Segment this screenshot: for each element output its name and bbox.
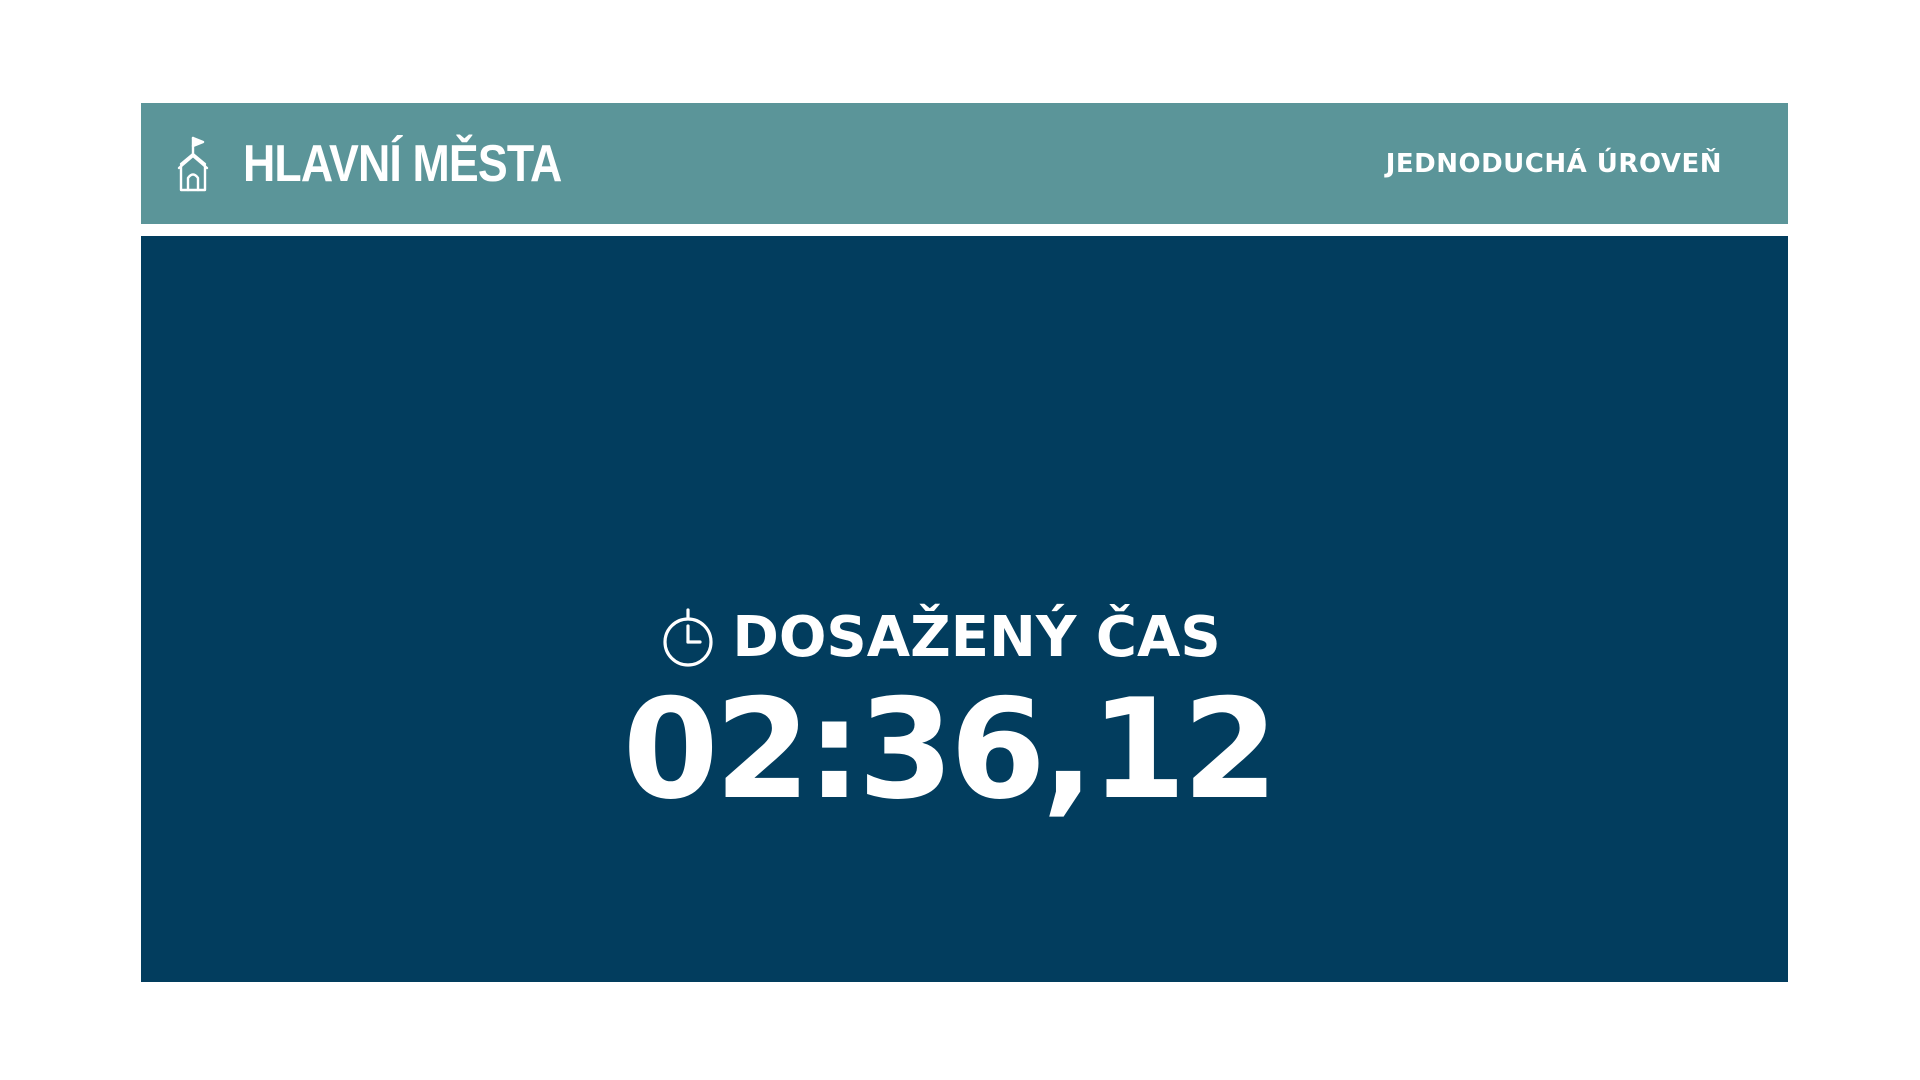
app-title: HLAVNÍ MĚSTA <box>243 134 562 193</box>
difficulty-level-label: JEDNODUCHÁ ÚROVEŇ <box>1385 148 1722 179</box>
achieved-time-label: DOSAŽENÝ ČAS <box>732 605 1221 670</box>
town-hall-flag-icon <box>173 134 213 194</box>
game-frame: HLAVNÍ MĚSTA JEDNODUCHÁ ÚROVEŇ DOSAŽENÝ … <box>141 103 1788 982</box>
result-panel: DOSAŽENÝ ČAS 02:36,12 <box>141 236 1788 982</box>
result-heading: DOSAŽENÝ ČAS <box>141 605 1788 670</box>
stopwatch-icon <box>660 607 716 668</box>
achieved-time-value: 02:36,12 <box>622 669 1279 830</box>
header-bar: HLAVNÍ MĚSTA JEDNODUCHÁ ÚROVEŇ <box>141 103 1788 224</box>
